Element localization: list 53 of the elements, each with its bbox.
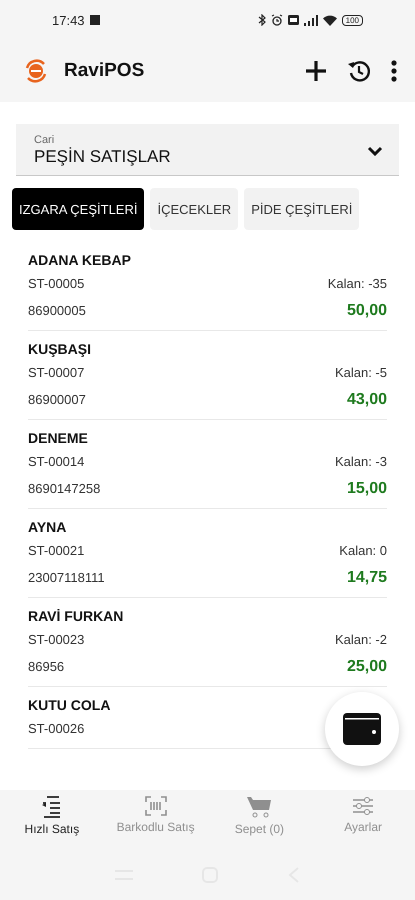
list-icon [40, 796, 63, 818]
cari-dropdown[interactable]: Cari PEŞİN SATIŞLAR [16, 124, 399, 176]
app-title: RaviPOS [64, 60, 144, 82]
stock-text: Kalan: -3 [334, 454, 387, 469]
notification-icon [90, 15, 100, 25]
plus-icon [305, 60, 327, 82]
product-price: 15,00 [346, 480, 387, 498]
wifi-icon [322, 14, 337, 26]
field-label: Cari [34, 134, 56, 146]
stock-text: Kalan: -2 [334, 632, 387, 647]
product-name: RAVİ FURKAN [28, 607, 124, 626]
nav-item[interactable]: Hızlı Satış [0, 790, 104, 850]
product-barcode: 8690147258 [28, 481, 100, 496]
wallet-icon [343, 713, 381, 745]
product-code: ST-00005 [28, 276, 84, 291]
product-code: ST-00026 [28, 721, 84, 736]
product-code: ST-00021 [28, 543, 84, 558]
signal-icon [304, 14, 318, 26]
status-time: 17:43 [52, 12, 85, 28]
product-name: DENEME [28, 429, 89, 448]
sim-icon [288, 15, 299, 25]
product-name: ADANA KEBAP [28, 251, 132, 270]
product-barcode: 86956 [28, 659, 64, 674]
stock-text: Kalan: -5 [334, 365, 387, 380]
barcode-icon [144, 796, 167, 816]
product-name: KUTU COLA [28, 696, 112, 715]
product-name: AYNA [28, 518, 68, 537]
product-barcode: 86900007 [28, 392, 86, 407]
product-code: ST-00014 [28, 454, 84, 469]
bluetooth-icon [258, 14, 266, 26]
logo-icon [24, 59, 48, 83]
product-code: ST-00007 [28, 365, 84, 380]
product-price: 50,00 [346, 302, 387, 320]
history-icon [347, 59, 371, 83]
product-code: ST-00023 [28, 632, 84, 647]
category-tab[interactable]: PİDE ÇEŞİTLERİ [244, 188, 360, 230]
field-value: PEŞİN SATIŞLAR [34, 147, 172, 167]
product-barcode: 23007118111 [28, 570, 105, 585]
product-name: KUŞBAŞI [28, 340, 92, 359]
more-icon [391, 60, 397, 82]
sliders-icon [352, 796, 374, 816]
stock-text: Kalan: -35 [328, 276, 387, 291]
stock-text: Kalan: 0 [339, 543, 387, 558]
category-tab[interactable]: İÇECEKLER [150, 188, 238, 230]
cart-icon [247, 796, 272, 818]
product-price: 25,00 [346, 658, 387, 676]
battery-indicator: 100 [342, 14, 363, 26]
product-price: 14,75 [346, 568, 387, 586]
alarm-icon [270, 14, 283, 26]
chevron-down-icon [367, 146, 383, 156]
product-price: 43,00 [346, 390, 387, 408]
category-tab[interactable]: IZGARA ÇEŞİTLERİ [12, 188, 144, 230]
product-barcode: 86900005 [28, 303, 86, 318]
